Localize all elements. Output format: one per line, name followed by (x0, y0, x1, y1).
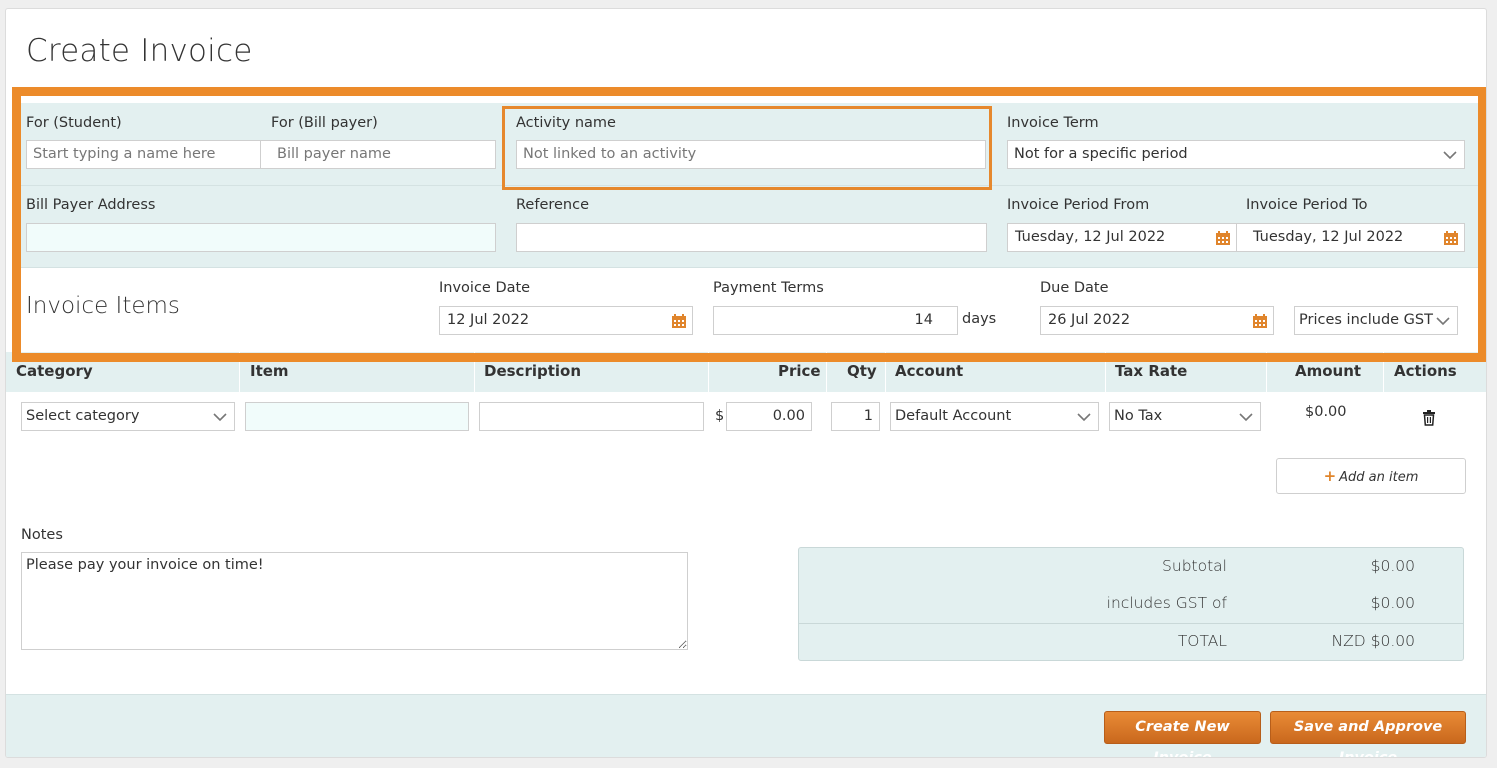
reference-input[interactable] (516, 223, 987, 252)
period-from-value: Tuesday, 12 Jul 2022 (1015, 229, 1166, 245)
header-qty: Qty (847, 362, 877, 380)
term-value: Not for a specific period (1014, 146, 1188, 162)
header-account: Account (895, 362, 964, 380)
notes-textarea[interactable]: Please pay your invoice on time! (21, 552, 688, 650)
student-label: For (Student) (26, 115, 122, 131)
category-value: Select category (26, 408, 140, 424)
totals-divider (799, 623, 1463, 624)
subtotal-value: $0.00 (1370, 557, 1415, 575)
calendar-icon[interactable] (671, 313, 687, 329)
invoice-date-label: Invoice Date (439, 280, 531, 296)
total-label: TOTAL (1177, 632, 1227, 650)
period-from-label: Invoice Period From (1007, 197, 1150, 213)
period-to-input[interactable]: Tuesday, 12 Jul 2022 (1236, 223, 1465, 252)
gst-mode-value: Prices include GST (1299, 312, 1433, 328)
due-date-value: 26 Jul 2022 (1048, 312, 1131, 328)
invoice-card: Create Invoice For (Student) Start typin… (5, 8, 1487, 758)
qty-input[interactable]: 1 (831, 402, 880, 431)
currency-symbol: $ (715, 408, 725, 424)
chevron-down-icon (1239, 413, 1253, 422)
col-divider (1105, 352, 1106, 392)
activity-label: Activity name (516, 115, 616, 131)
page-title: Create Invoice (26, 33, 253, 69)
payment-terms-label: Payment Terms (713, 280, 824, 296)
account-value: Default Account (895, 408, 1012, 424)
address-label: Bill Payer Address (26, 197, 156, 213)
account-select[interactable]: Default Account (890, 402, 1099, 431)
header-actions: Actions (1394, 362, 1457, 380)
billpayer-label: For (Bill payer) (271, 115, 378, 131)
header-description: Description (484, 362, 582, 380)
due-date-label: Due Date (1040, 280, 1109, 296)
header-amount: Amount (1295, 362, 1362, 380)
totals-panel: Subtotal $0.00 includes GST of $0.00 TOT… (798, 547, 1464, 661)
total-value: NZD $0.00 (1331, 632, 1415, 650)
invoice-date-value: 12 Jul 2022 (447, 312, 530, 328)
header-item: Item (250, 362, 289, 380)
header-price: Price (778, 362, 821, 380)
term-label: Invoice Term (1007, 115, 1099, 131)
invoice-date-input[interactable]: 12 Jul 2022 (439, 306, 693, 335)
calendar-icon[interactable] (1215, 230, 1231, 246)
gst-label: includes GST of (1106, 594, 1227, 612)
col-divider (885, 352, 886, 392)
student-input[interactable]: Start typing a name here (26, 140, 261, 169)
col-divider (1383, 352, 1384, 392)
row-amount: $0.00 (1305, 404, 1347, 420)
gst-value: $0.00 (1370, 594, 1415, 612)
chevron-down-icon (213, 413, 227, 422)
items-table-header: Category Item Description Price Qty Acco… (6, 352, 1486, 392)
col-divider (826, 352, 827, 392)
trash-icon[interactable] (1422, 410, 1436, 426)
period-to-label: Invoice Period To (1246, 197, 1368, 213)
plus-icon: + (1323, 467, 1337, 485)
chevron-down-icon (1077, 413, 1091, 422)
period-to-value: Tuesday, 12 Jul 2022 (1253, 229, 1404, 245)
due-date-input[interactable]: 26 Jul 2022 (1040, 306, 1274, 335)
invoice-items-title: Invoice Items (26, 293, 180, 319)
term-select[interactable]: Not for a specific period (1007, 140, 1465, 169)
subtotal-label: Subtotal (1162, 557, 1227, 575)
notes-label: Notes (21, 527, 63, 543)
col-divider (1266, 352, 1267, 392)
chevron-down-icon (1443, 151, 1457, 160)
add-item-button[interactable]: + Add an item (1276, 458, 1466, 494)
add-item-label: Add an item (1339, 470, 1419, 485)
category-select[interactable]: Select category (21, 402, 235, 431)
activity-input[interactable]: Not linked to an activity (516, 140, 986, 169)
save-approve-button[interactable]: Save and Approve Invoice (1270, 711, 1466, 757)
payment-terms-input[interactable]: 14 (713, 306, 958, 335)
header-tax-rate: Tax Rate (1115, 362, 1188, 380)
form-footer: Create New Invoice Save and Approve Invo… (6, 694, 1486, 757)
payment-terms-unit: days (962, 311, 997, 327)
col-divider (239, 352, 240, 392)
tax-rate-select[interactable]: No Tax (1109, 402, 1261, 431)
period-from-input[interactable]: Tuesday, 12 Jul 2022 (1007, 223, 1237, 252)
price-input[interactable]: 0.00 (726, 402, 812, 431)
billpayer-input[interactable]: Bill payer name (260, 140, 496, 169)
description-input[interactable] (479, 402, 704, 431)
calendar-icon[interactable] (1443, 230, 1459, 246)
header-category: Category (16, 362, 93, 380)
tax-rate-value: No Tax (1114, 408, 1163, 424)
col-divider (708, 352, 709, 392)
gst-mode-select[interactable]: Prices include GST (1294, 306, 1458, 335)
address-input[interactable] (26, 223, 496, 252)
chevron-down-icon (1436, 317, 1450, 326)
calendar-icon[interactable] (1252, 313, 1268, 329)
reference-label: Reference (516, 197, 590, 213)
col-divider (474, 352, 475, 392)
item-input[interactable] (245, 402, 469, 431)
create-invoice-button[interactable]: Create New Invoice (1104, 711, 1261, 757)
